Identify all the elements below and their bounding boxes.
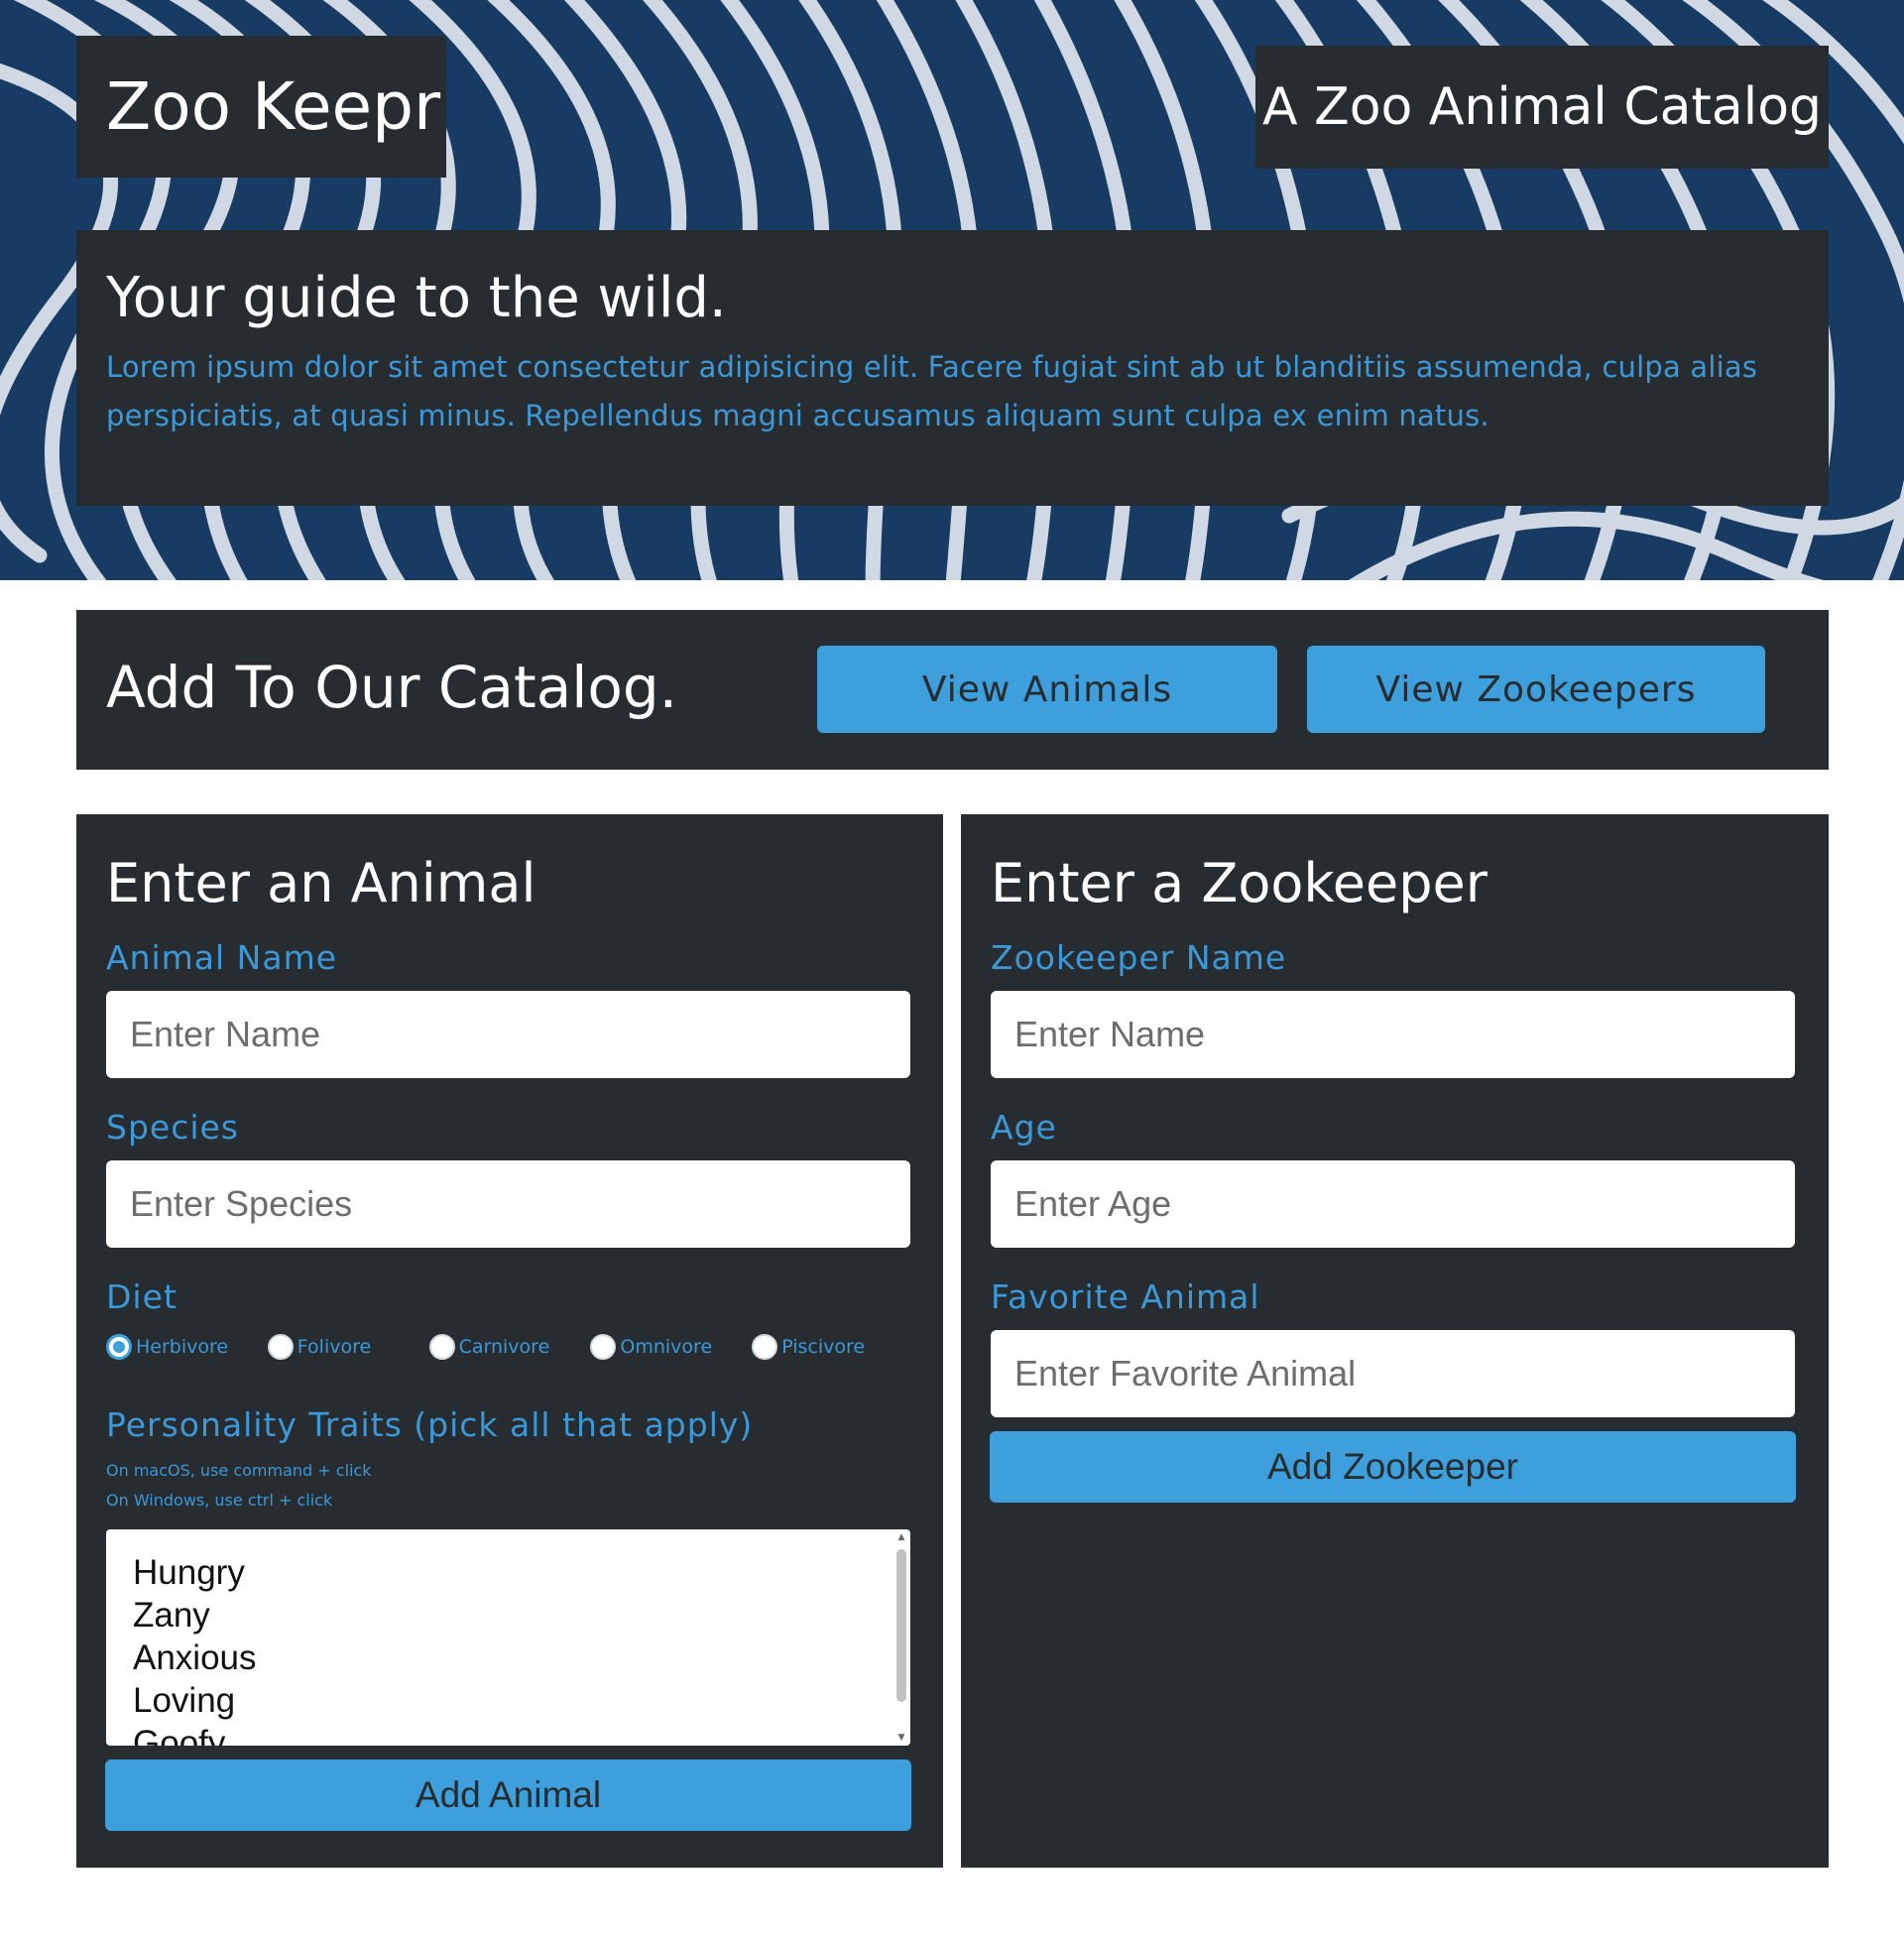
intro-body: Lorem ipsum dolor sit amet consectetur a… (106, 349, 1758, 432)
diet-option-label: Folivore (297, 1335, 372, 1358)
diet-option-label: Omnivore (620, 1335, 713, 1358)
favorite-animal-input[interactable] (991, 1329, 1795, 1417)
animal-name-input[interactable] (106, 990, 910, 1078)
add-animal-button[interactable]: Add Animal (105, 1759, 911, 1831)
radio-icon[interactable] (267, 1333, 294, 1360)
radio-icon[interactable] (428, 1333, 455, 1360)
traits-label: Personality Traits (pick all that apply) (106, 1404, 754, 1444)
diet-option-piscivore[interactable]: Piscivore (752, 1333, 913, 1360)
catalog-action-bar: Add To Our Catalog. View Animals View Zo… (76, 610, 1829, 770)
zookeeper-form-title: Enter a Zookeeper (991, 852, 1488, 914)
catalog-heading: Add To Our Catalog. (106, 654, 678, 721)
site-tagline: A Zoo Animal Catalog (1255, 46, 1829, 169)
hint-macos: On macOS, use command + click (106, 1460, 372, 1480)
view-animals-button[interactable]: View Animals (817, 646, 1277, 733)
animal-form-title: Enter an Animal (106, 852, 536, 914)
diet-option-omnivore[interactable]: Omnivore (590, 1333, 752, 1360)
hint-windows: On Windows, use ctrl + click (106, 1490, 333, 1510)
add-zookeeper-button[interactable]: Add Zookeeper (990, 1430, 1796, 1503)
diet-option-carnivore[interactable]: Carnivore (428, 1333, 591, 1360)
zookeeper-name-input[interactable] (991, 990, 1795, 1078)
species-input[interactable] (106, 1159, 910, 1248)
diet-option-label: Carnivore (458, 1335, 550, 1358)
hero-banner: Zoo Keepr A Zoo Animal Catalog Your guid… (0, 0, 1904, 580)
zookeeper-name-label: Zookeeper Name (991, 937, 1287, 977)
scroll-down-icon[interactable]: ▼ (896, 1733, 906, 1743)
favorite-animal-label: Favorite Animal (991, 1276, 1260, 1316)
trait-option[interactable]: Hungry (133, 1551, 910, 1594)
age-label: Age (991, 1107, 1057, 1147)
site-title: Zoo Keepr (76, 36, 446, 178)
species-label: Species (106, 1107, 240, 1147)
age-input[interactable] (991, 1159, 1795, 1248)
trait-option[interactable]: Zany (133, 1594, 910, 1637)
trait-option[interactable]: Loving (133, 1679, 910, 1722)
radio-icon[interactable] (752, 1333, 778, 1360)
trait-option[interactable]: Anxious (133, 1637, 910, 1679)
radio-selected-icon[interactable] (106, 1333, 132, 1360)
animal-form: Enter an Animal Animal Name Species Diet… (76, 814, 943, 1868)
listbox-scroll-thumb[interactable] (896, 1548, 906, 1702)
diet-label: Diet (106, 1276, 178, 1316)
diet-option-folivore[interactable]: Folivore (267, 1333, 429, 1360)
animal-name-label: Animal Name (106, 937, 338, 977)
diet-radio-group: Herbivore Folivore Carnivore Omnivore Pi… (106, 1333, 913, 1360)
diet-option-label: Herbivore (136, 1335, 229, 1358)
radio-icon[interactable] (590, 1333, 617, 1360)
view-zookeepers-button[interactable]: View Zookeepers (1307, 646, 1765, 733)
intro-heading: Your guide to the wild. (106, 266, 727, 330)
diet-option-label: Piscivore (781, 1335, 866, 1358)
intro-card: Your guide to the wild. Lorem ipsum dolo… (76, 230, 1829, 506)
zookeeper-form: Enter a Zookeeper Zookeeper Name Age Fav… (961, 814, 1829, 1868)
trait-option[interactable]: Goofy (133, 1722, 910, 1746)
diet-option-herbivore[interactable]: Herbivore (106, 1333, 268, 1360)
traits-multiselect[interactable]: Hungry Zany Anxious Loving Goofy ▲ ▼ (106, 1528, 910, 1746)
scroll-up-icon[interactable]: ▲ (896, 1532, 906, 1542)
